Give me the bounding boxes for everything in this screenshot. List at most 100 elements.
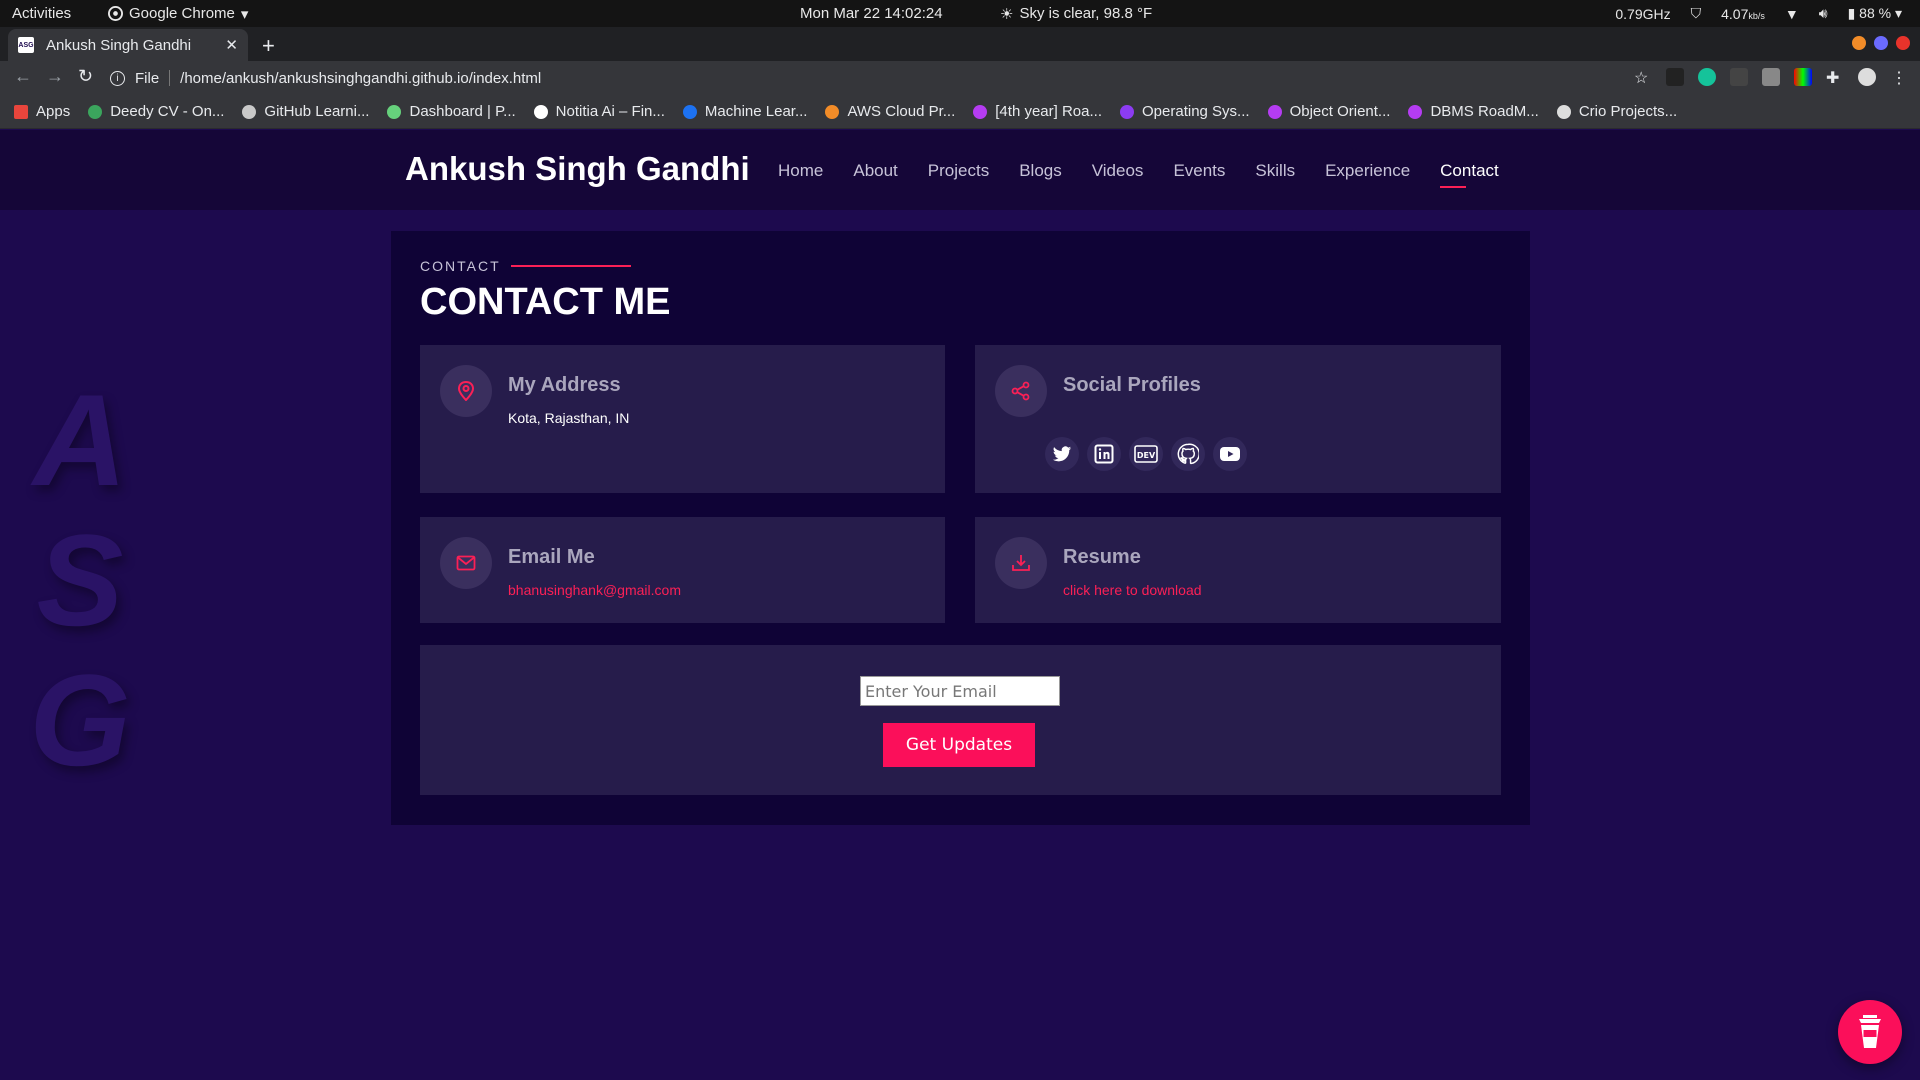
bookmarks-bar: Apps Deedy CV - On... GitHub Learni... D… — [0, 95, 1920, 129]
page-viewport: Ankush Singh Gandhi Home About Projects … — [0, 130, 1920, 1080]
bookmark-item[interactable]: Dashboard | P... — [387, 103, 516, 120]
resume-box: Resume click here to download — [975, 517, 1501, 623]
avatar[interactable] — [1858, 68, 1876, 86]
volume-icon[interactable]: 🔊︎ — [1819, 5, 1828, 22]
system-top-bar: Activities Google Chrome ▾ Mon Mar 22 14… — [0, 0, 1920, 27]
more-menu-icon[interactable]: ⋮ — [1890, 68, 1908, 87]
buy-me-coffee-button[interactable] — [1838, 1000, 1902, 1064]
section-label-text: CONTACT — [420, 258, 501, 274]
bookmark-item[interactable]: Crio Projects... — [1556, 103, 1678, 120]
linkedin-icon[interactable] — [1087, 437, 1121, 471]
resume-title: Resume — [1063, 546, 1141, 568]
url-text[interactable]: /home/ankush/ankushsinghgandhi.github.io… — [180, 70, 541, 87]
bookmark-item[interactable]: AWS Cloud Pr... — [825, 103, 955, 120]
nav-about[interactable]: About — [853, 161, 897, 181]
tab-strip: ASG Ankush Singh Gandhi ✕ + — [0, 27, 1920, 61]
weather-text: Sky is clear, 98.8 °F — [1019, 5, 1153, 22]
tab-active[interactable]: ASG Ankush Singh Gandhi ✕ — [8, 29, 248, 61]
nav-videos[interactable]: Videos — [1092, 161, 1144, 181]
social-links: DEV — [1045, 437, 1247, 471]
bookmark-item[interactable]: Object Orient... — [1267, 103, 1390, 120]
bookmark-apps[interactable]: Apps — [14, 103, 70, 120]
bookmark-item[interactable]: DBMS RoadM... — [1408, 103, 1539, 120]
twitter-icon[interactable] — [1045, 437, 1079, 471]
bookmark-item[interactable]: Operating Sys... — [1120, 103, 1250, 120]
close-icon[interactable]: ✕ — [225, 36, 238, 54]
system-tray: 0.79GHz ⛉ 4.07kb/s ▼ 🔊︎ ▮ 88 % ▾ — [1615, 5, 1902, 22]
url-scheme: File — [135, 69, 160, 87]
puzzle-icon[interactable]: ✚ — [1826, 68, 1844, 87]
email-input[interactable] — [860, 676, 1060, 706]
app-menu[interactable]: Google Chrome ▾ — [108, 5, 248, 23]
info-icon[interactable]: i — [110, 70, 125, 86]
bookmark-favicon — [682, 104, 697, 119]
nav-experience[interactable]: Experience — [1325, 161, 1410, 181]
reload-icon[interactable]: ↻ — [78, 66, 93, 87]
site-brand[interactable]: Ankush Singh Gandhi — [405, 150, 750, 188]
bookmark-favicon — [1267, 104, 1282, 119]
battery-indicator[interactable]: ▮ 88 % ▾ — [1848, 5, 1902, 22]
youtube-icon[interactable] — [1213, 437, 1247, 471]
bookmark-item[interactable]: Notitia Ai – Fin... — [533, 103, 665, 120]
close-window-button[interactable] — [1896, 36, 1910, 50]
wifi-icon[interactable]: ▼ — [1785, 6, 1799, 22]
maximize-button[interactable] — [1874, 36, 1888, 50]
social-box: Social Profiles DEV — [975, 345, 1501, 493]
nav-contact[interactable]: Contact — [1440, 161, 1499, 188]
get-updates-button[interactable]: Get Updates — [883, 723, 1035, 767]
email-link[interactable]: bhanusinghank@gmail.com — [508, 582, 681, 598]
shield-icon[interactable]: ⛉ — [1691, 5, 1702, 22]
bookmark-label: Machine Lear... — [704, 103, 808, 120]
app-name: Google Chrome — [129, 5, 235, 22]
window-controls — [1852, 36, 1910, 50]
extension-icon[interactable] — [1730, 68, 1748, 86]
address-bar[interactable]: i File /home/ankush/ankushsinghgandhi.gi… — [110, 65, 1650, 91]
cpu-frequency[interactable]: 0.79GHz — [1615, 6, 1670, 22]
forward-arrow-icon[interactable]: → — [46, 66, 64, 87]
bookmark-favicon — [387, 104, 402, 119]
bookmark-item[interactable]: Machine Lear... — [682, 103, 808, 120]
activities-button[interactable]: Activities — [12, 5, 71, 22]
bookmark-label: AWS Cloud Pr... — [847, 103, 956, 120]
clock[interactable]: Mon Mar 22 14:02:24 — [800, 5, 943, 22]
bookmark-label: Crio Projects... — [1578, 103, 1678, 120]
download-icon — [995, 537, 1047, 589]
github-icon[interactable] — [1171, 437, 1205, 471]
envelope-icon — [440, 537, 492, 589]
bookmark-label: GitHub Learni... — [264, 103, 370, 120]
page-title: CONTACT ME — [420, 281, 671, 323]
grammarly-icon[interactable] — [1698, 68, 1716, 86]
nav-blogs[interactable]: Blogs — [1019, 161, 1062, 181]
weather-indicator[interactable]: ☀ Sky is clear, 98.8 °F — [1000, 5, 1152, 23]
nav-projects[interactable]: Projects — [928, 161, 989, 181]
nav-home[interactable]: Home — [778, 161, 823, 181]
divider — [169, 70, 171, 86]
email-title: Email Me — [508, 546, 595, 568]
favicon: ASG — [18, 37, 34, 53]
battery-percent: 88 % — [1859, 5, 1892, 21]
bookmark-item[interactable]: Deedy CV - On... — [88, 103, 224, 120]
grid-icon — [14, 104, 28, 119]
network-speed-unit: kb/s — [1748, 10, 1765, 21]
site-header: Ankush Singh Gandhi Home About Projects … — [0, 130, 1920, 210]
star-icon[interactable]: ☆ — [1634, 68, 1652, 87]
tab-title: Ankush Singh Gandhi — [46, 36, 192, 54]
color-picker-icon[interactable] — [1794, 68, 1812, 86]
email-box: Email Me bhanusinghank@gmail.com — [420, 517, 945, 623]
extension-icon[interactable] — [1762, 68, 1780, 86]
watermark-initials: A S G — [20, 370, 140, 790]
nav-skills[interactable]: Skills — [1255, 161, 1295, 181]
new-tab-button[interactable]: + — [262, 33, 275, 59]
contact-section: CONTACT CONTACT ME My Address Kota, Raja… — [391, 231, 1530, 825]
dev-icon[interactable]: DEV — [1129, 437, 1163, 471]
extension-icon[interactable] — [1666, 68, 1684, 86]
minimize-button[interactable] — [1852, 36, 1866, 50]
resume-download-link[interactable]: click here to download — [1063, 582, 1202, 598]
nav-events[interactable]: Events — [1173, 161, 1225, 181]
bookmark-label: DBMS RoadM... — [1430, 103, 1539, 120]
back-arrow-icon[interactable]: ← — [14, 66, 32, 87]
browser-toolbar: ← → ↻ i File /home/ankush/ankushsinghgan… — [0, 61, 1920, 95]
bookmark-item[interactable]: GitHub Learni... — [242, 103, 369, 120]
bookmark-item[interactable]: [4th year] Roa... — [973, 103, 1102, 120]
network-speed[interactable]: 4.07kb/s — [1721, 6, 1765, 22]
